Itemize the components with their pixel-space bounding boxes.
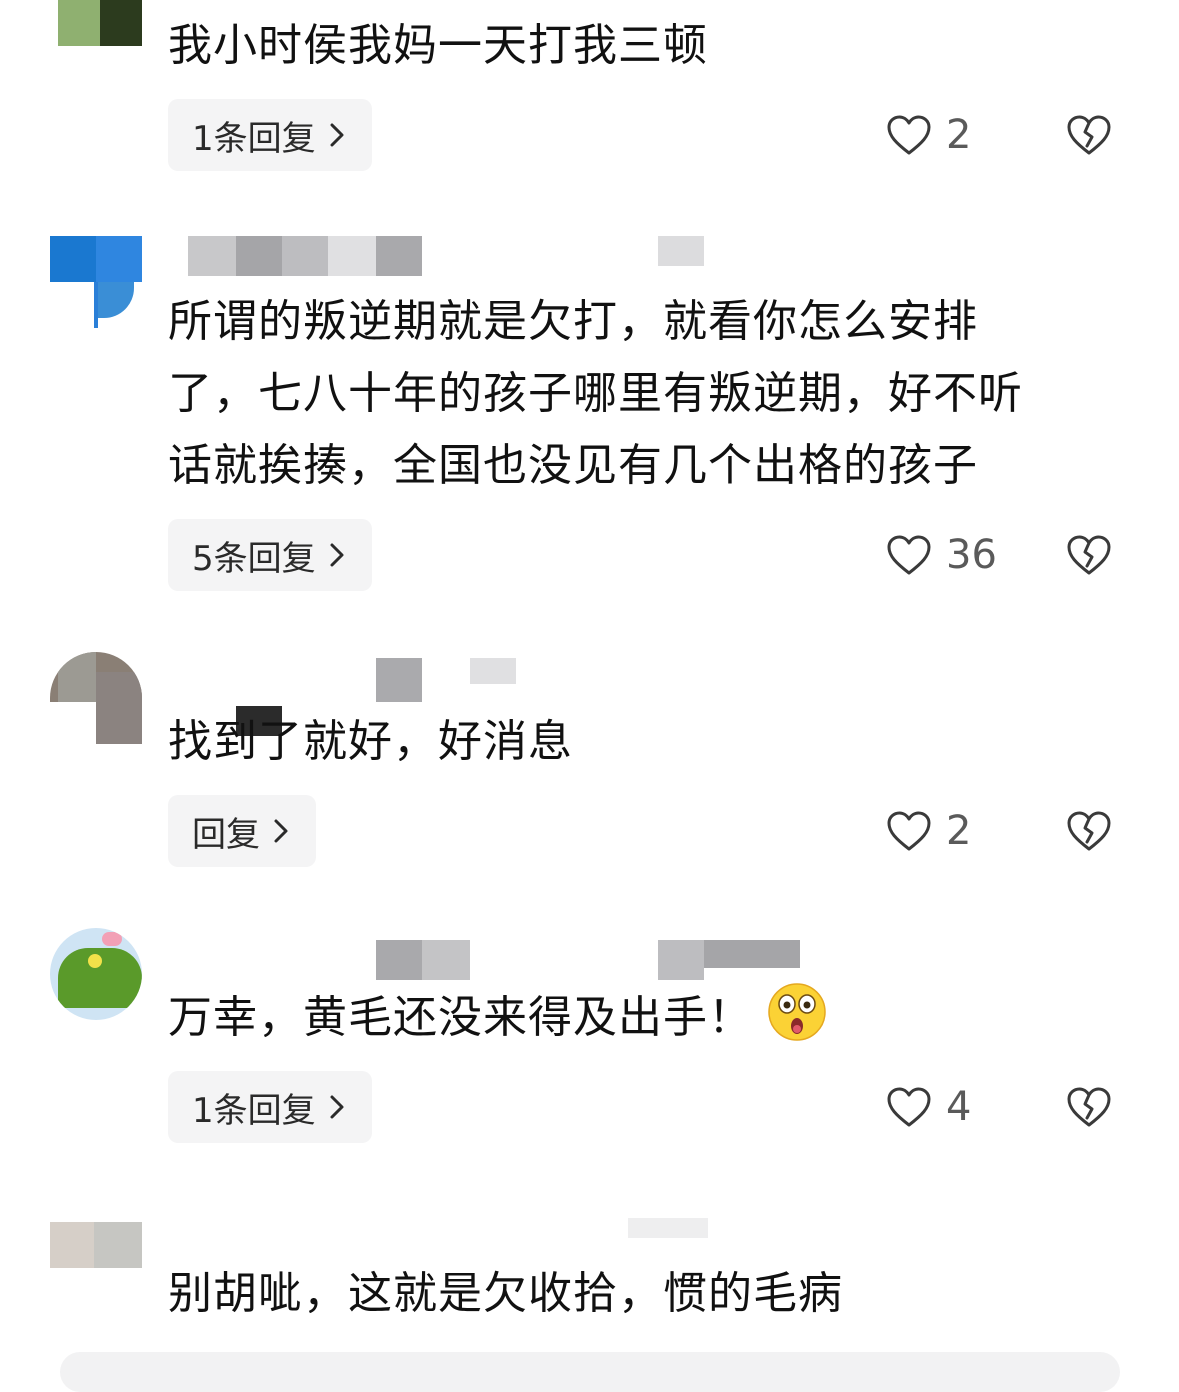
avatar[interactable] [50,1222,142,1268]
comment-text: 别胡呲，这就是欠收拾，惯的毛病 [168,1268,843,1319]
bottom-input-bar[interactable] [60,1352,1120,1392]
username-redacted [188,1218,748,1258]
comment-item: 别胡呲，这就是欠收拾，惯的毛病 [0,0,1179,1372]
